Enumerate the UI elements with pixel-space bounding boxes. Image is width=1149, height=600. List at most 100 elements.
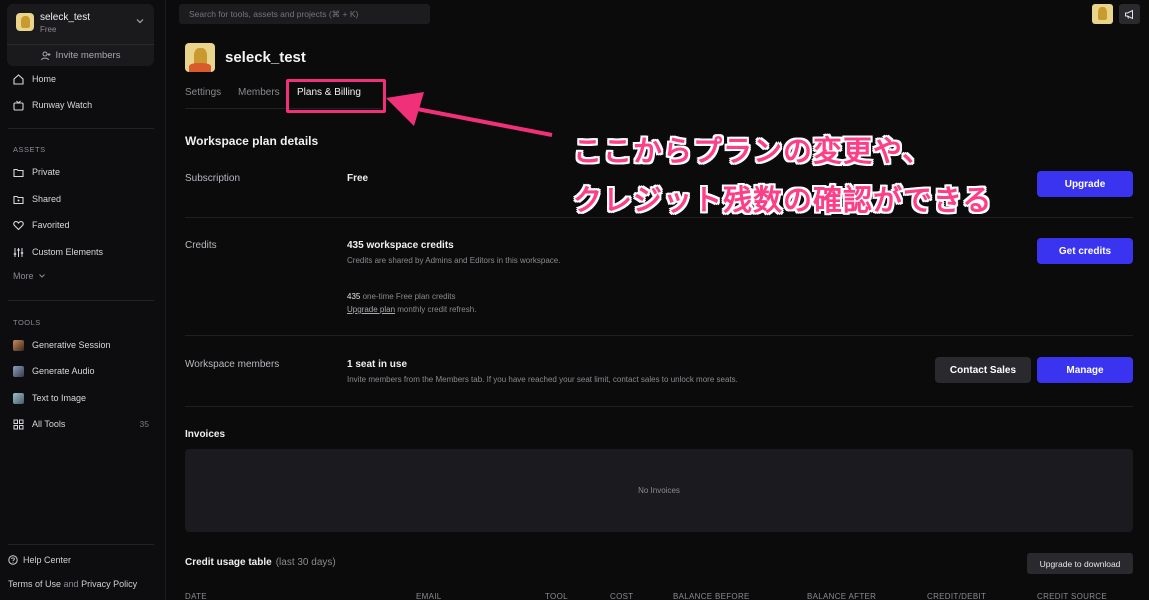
onetime-text: one-time Free plan credits: [360, 292, 456, 301]
sidebar-item-label: Private: [32, 167, 61, 177]
workspace-avatar-large: [185, 43, 215, 72]
sidebar-item-label: Generate Audio: [32, 366, 95, 376]
search-placeholder: Search for tools, assets and projects (⌘…: [189, 8, 359, 19]
more-label: More: [13, 271, 34, 281]
annotation-arrow: [386, 92, 553, 137]
folder-icon: [12, 166, 24, 178]
and-text: and: [63, 579, 79, 589]
sidebar-item-label: Shared: [32, 194, 62, 204]
credits-label: Credits: [185, 240, 217, 251]
search-input[interactable]: Search for tools, assets and projects (⌘…: [179, 4, 430, 24]
column-header-balance-before: BALANCE BEFORE: [673, 592, 750, 600]
divider: [185, 406, 1133, 407]
sidebar-item-all-tools[interactable]: All Tools 35: [0, 414, 160, 434]
usage-title: Credit usage table (last 30 days): [185, 557, 336, 568]
sliders-icon: [12, 246, 24, 258]
refresh-info: Upgrade plan monthly credit refresh.: [347, 305, 476, 314]
terms-link[interactable]: Terms of Use: [8, 579, 61, 589]
sidebar-item-label: Custom Elements: [32, 247, 104, 257]
credits-description: Credits are shared by Admins and Editors…: [347, 256, 561, 265]
folder-shared-icon: [12, 193, 24, 205]
sidebar-item-runway-watch[interactable]: Runway Watch: [0, 95, 160, 115]
invite-members-button[interactable]: Invite members: [7, 44, 154, 66]
workspace-switcher[interactable]: seleck_test Free Invite members: [7, 4, 154, 66]
privacy-link[interactable]: Privacy Policy: [81, 579, 137, 589]
more-button[interactable]: More: [13, 271, 46, 281]
divider: [8, 300, 154, 301]
tab-members[interactable]: Members: [238, 87, 280, 98]
tv-icon: [12, 99, 24, 111]
sidebar-item-label: Generative Session: [32, 340, 111, 350]
sidebar-item-label: Text to Image: [32, 393, 87, 403]
megaphone-icon: [1125, 9, 1133, 19]
subscription-label: Subscription: [185, 173, 241, 184]
sidebar-item-label: All Tools: [32, 419, 66, 429]
manage-button[interactable]: Manage: [1037, 357, 1133, 383]
grid-icon: [12, 418, 24, 430]
workspace-plan: Free: [40, 25, 57, 34]
home-icon: [12, 73, 24, 85]
column-header-date: DATE: [185, 592, 207, 600]
usage-range: (last 30 days): [275, 557, 336, 568]
members-value: 1 seat in use: [347, 359, 408, 370]
chevron-down-icon[interactable]: [135, 16, 145, 26]
column-header-credit-debit: CREDIT/DEBIT: [927, 592, 987, 600]
refresh-text: monthly credit refresh.: [395, 305, 477, 314]
chevron-down-icon: [38, 274, 45, 278]
legal-links: Terms of Use and Privacy Policy: [8, 579, 137, 589]
contact-sales-button[interactable]: Contact Sales: [935, 357, 1031, 383]
section-title: Workspace plan details: [185, 134, 319, 148]
divider: [185, 335, 1133, 336]
upgrade-button[interactable]: Upgrade: [1037, 171, 1133, 197]
text-to-image-thumb: [12, 392, 24, 404]
announcement-button[interactable]: [1119, 4, 1140, 24]
invoices-title: Invoices: [185, 429, 226, 440]
invoices-empty-text: No Invoices: [638, 486, 680, 495]
sidebar-item-label: Favorited: [32, 220, 70, 230]
members-label: Workspace members: [185, 359, 280, 370]
workspace-name: seleck_test: [40, 12, 91, 23]
annotation-line-1: ここからプランの変更や、: [573, 134, 933, 168]
sidebar-item-private[interactable]: Private: [0, 162, 160, 182]
column-header-email: EMAIL: [416, 592, 442, 600]
page-title: seleck_test: [225, 49, 306, 66]
divider: [8, 128, 154, 129]
sidebar-item-text-to-image[interactable]: Text to Image: [0, 388, 160, 408]
help-center-label: Help Center: [23, 555, 72, 565]
heart-icon: [12, 219, 24, 231]
avatar[interactable]: [1092, 4, 1113, 24]
column-header-credit-source: CREDIT SOURCE: [1037, 592, 1107, 600]
sidebar-item-generate-audio[interactable]: Generate Audio: [0, 361, 160, 381]
upgrade-to-download-button[interactable]: Upgrade to download: [1027, 553, 1133, 574]
subscription-value: Free: [347, 173, 369, 184]
generate-audio-thumb: [12, 365, 24, 377]
sidebar: seleck_test Free Invite members Home Run…: [0, 0, 166, 600]
divider: [8, 544, 154, 545]
annotation-line-2: クレジット残数の確認ができる: [573, 183, 993, 217]
tools-header: TOOLS: [13, 318, 41, 327]
generative-session-thumb: [12, 339, 24, 351]
tab-settings[interactable]: Settings: [185, 87, 221, 98]
sidebar-item-custom-elements[interactable]: Custom Elements: [0, 242, 160, 262]
get-credits-button[interactable]: Get credits: [1037, 238, 1133, 264]
invoices-empty-state: No Invoices: [185, 449, 1133, 532]
column-header-tool: TOOL: [545, 592, 568, 600]
sidebar-item-home[interactable]: Home: [0, 69, 160, 89]
upgrade-plan-link[interactable]: Upgrade plan: [347, 305, 395, 314]
sidebar-item-label: Home: [32, 74, 57, 84]
help-center-link[interactable]: Help Center: [8, 555, 71, 565]
credits-value: 435 workspace credits: [347, 240, 454, 251]
onetime-credits: 435 one-time Free plan credits: [347, 292, 456, 301]
column-header-cost: COST: [610, 592, 634, 600]
tools-count: 35: [139, 419, 149, 429]
sidebar-item-favorited[interactable]: Favorited: [0, 215, 160, 235]
sidebar-item-generative-session[interactable]: Generative Session: [0, 335, 160, 355]
usage-title-text: Credit usage table: [185, 557, 272, 568]
column-header-balance-after: BALANCE AFTER: [807, 592, 877, 600]
invite-members-label: Invite members: [55, 50, 121, 61]
members-description: Invite members from the Members tab. If …: [347, 375, 738, 384]
user-plus-icon: [40, 51, 51, 60]
sidebar-item-label: Runway Watch: [32, 100, 93, 110]
help-icon: [8, 555, 18, 565]
sidebar-item-shared[interactable]: Shared: [0, 189, 160, 209]
